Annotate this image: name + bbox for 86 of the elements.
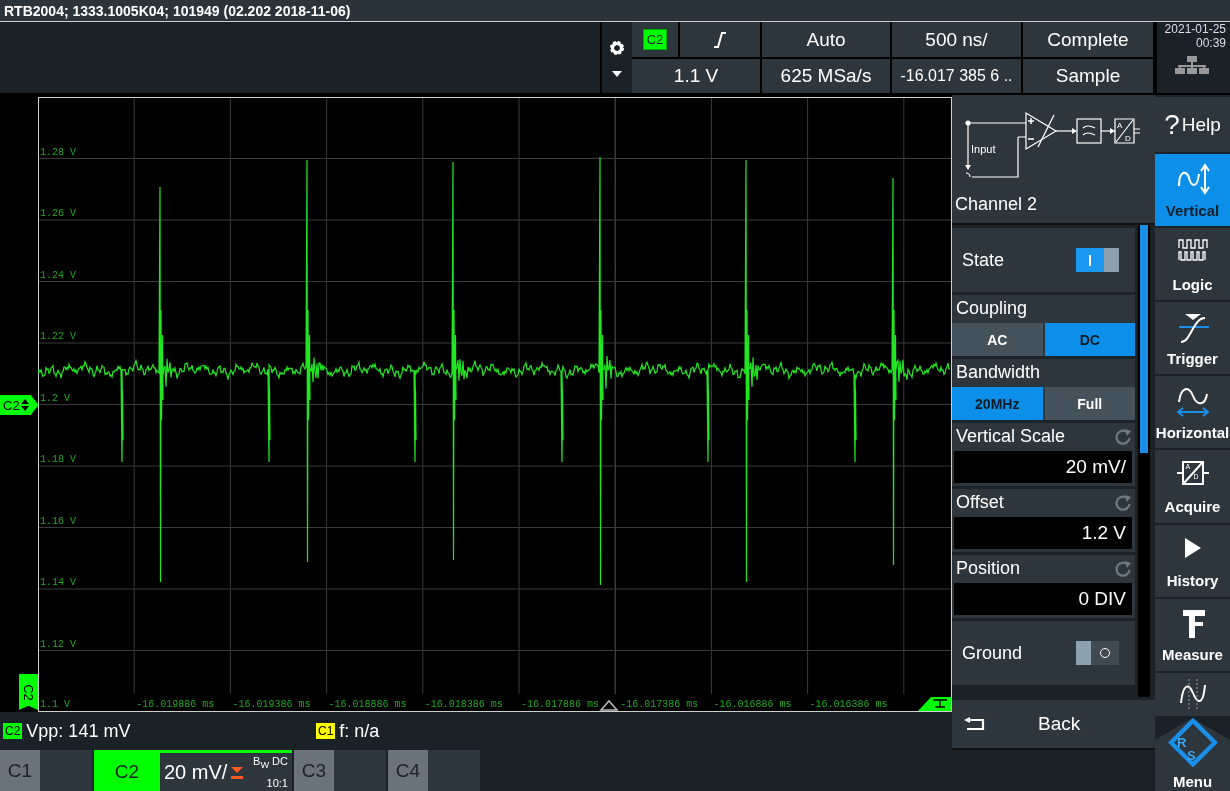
axis-label: 1.14 V [40, 577, 76, 588]
nav-button[interactable] [1155, 672, 1230, 716]
reset-icon[interactable] [1114, 559, 1132, 578]
reset-icon[interactable] [1114, 427, 1132, 446]
axis-label: 1.18 V [40, 454, 76, 465]
value-field[interactable]: 1.2 V [954, 517, 1132, 549]
setting-label: Ground [962, 642, 1023, 664]
up-down-arrow-icon [20, 399, 29, 411]
channel-tab[interactable]: C2 20 mV/ B$_{W}$ DC 10:1 [94, 750, 292, 791]
nav-button[interactable]: Logic [1155, 228, 1230, 301]
trigger-position-icon [599, 699, 619, 711]
option-button[interactable]: DC [1044, 323, 1135, 356]
marker-label: C2 [3, 397, 20, 413]
window-title: RTB2004; 1333.1005K04; 101949 (02.202 2018-11-06) [4, 2, 351, 19]
axis-label: -16.017886 ms [521, 699, 599, 710]
source-badge: C1 [316, 723, 336, 739]
back-button[interactable]: Back [952, 700, 1155, 750]
time-scale[interactable]: 500 ns/ [892, 22, 1021, 57]
date-text: 2021-01-25 [1164, 22, 1226, 36]
panel-title: Channel 2 [955, 194, 1038, 215]
axis-label: -16.017386 ms [620, 699, 699, 710]
trigger-level[interactable]: 1.1 V [632, 59, 760, 93]
setting-label: Coupling [956, 298, 1029, 319]
network-icon [1174, 56, 1209, 74]
nav-button[interactable]: History [1155, 524, 1230, 597]
diagram-label: Input [971, 143, 996, 155]
axis-label: 1.26 V [40, 208, 76, 219]
reset-icon[interactable] [1114, 493, 1132, 512]
vertical-scale: 20 mV/ [164, 760, 228, 784]
nav-button[interactable]: R S Menu [1155, 718, 1230, 791]
option-button[interactable]: 20MHz [952, 387, 1043, 420]
acquisition-mode[interactable]: Sample [1023, 59, 1153, 93]
ground-marker-icon [918, 697, 951, 711]
axis-label: -16.016886 ms [713, 699, 792, 710]
axis-label: 1.28 V [40, 146, 76, 158]
channel-level-marker[interactable]: C2 [0, 395, 39, 415]
value-field[interactable]: 20 mV/ [954, 451, 1132, 483]
toggle-switch[interactable] [1076, 248, 1119, 272]
back-arrow-icon [964, 717, 986, 731]
rising-edge-icon[interactable] [712, 30, 728, 49]
time-text: 00:39 [1195, 36, 1226, 50]
axis-label: -16.019886 ms [136, 699, 215, 710]
setting-label: Vertical Scale [956, 426, 1066, 447]
settings-icon[interactable] [608, 38, 626, 57]
axis-label: 1.16 V [40, 515, 76, 527]
time-position[interactable]: -16.017 385 6 .. [892, 59, 1021, 93]
measurement-result: f: n/a [339, 720, 380, 742]
axis-label: 1.12 V [40, 638, 76, 650]
setting-label: State [962, 249, 1005, 271]
trigger-source-badge[interactable]: C2 [642, 29, 668, 50]
nav-button[interactable]: Measure [1155, 598, 1230, 671]
nav-button[interactable]: Horizontal [1155, 376, 1230, 449]
logo-letter: R [1177, 736, 1187, 749]
axis-label: -16.018886 ms [328, 699, 407, 710]
option-button[interactable]: AC [952, 323, 1043, 356]
axis-label: 1.2 V [40, 392, 70, 404]
bandwidth-coupling: B$_{W}$ DC [253, 755, 288, 771]
setting-label: Position [956, 558, 1021, 579]
axis-label: -16.018386 ms [424, 699, 503, 710]
axis-label: -16.019386 ms [232, 699, 311, 710]
logo-letter: S [1187, 749, 1196, 762]
trigger-level-marker[interactable]: C2 [19, 674, 38, 710]
source-badge: C2 [3, 723, 23, 739]
scroll-bar[interactable] [1138, 225, 1150, 697]
setting-label: Bandwidth [956, 362, 1042, 383]
axis-label: 1.22 V [40, 331, 76, 342]
axis-label: 1.1 V [40, 699, 70, 710]
axis-label: 1.24 V [40, 269, 76, 281]
sample-rate[interactable]: 625 MSa/s [762, 59, 890, 93]
dropdown-arrow-icon[interactable] [612, 70, 622, 77]
converter-letter: A [1117, 121, 1123, 130]
nav-button[interactable]: ?Help [1155, 97, 1230, 153]
value-field[interactable]: 0 DIV [954, 583, 1132, 615]
measurement-result: Vpp: 141 mV [26, 720, 131, 742]
trigger-mode[interactable]: Auto [762, 22, 890, 57]
axis-label: -16.016386 ms [809, 699, 888, 710]
toggle-switch[interactable] [1076, 641, 1119, 665]
acquisition-state[interactable]: Complete [1023, 22, 1153, 57]
probe-ratio: 10:1 [266, 776, 288, 789]
converter-letter: D [1125, 134, 1131, 143]
setting-label: Offset [956, 492, 1004, 513]
offset-marker-icon [230, 765, 245, 779]
nav-button[interactable]: Vertical [1155, 154, 1230, 227]
marker-label: C2 [21, 683, 36, 701]
option-button[interactable]: Full [1044, 387, 1135, 420]
nav-button[interactable]: Trigger [1155, 302, 1230, 375]
